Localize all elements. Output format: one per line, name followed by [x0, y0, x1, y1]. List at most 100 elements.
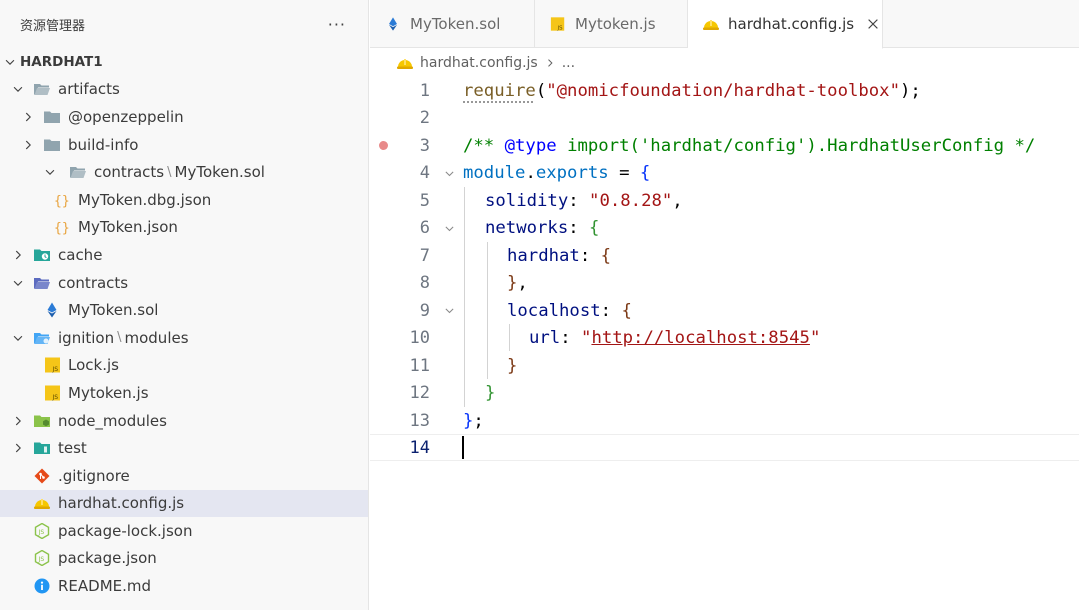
code-text: localhost: {	[507, 301, 632, 321]
tree-item-package-lock-json[interactable]: JS package-lock.json	[0, 517, 368, 545]
breadcrumb-file[interactable]: hardhat.config.js	[420, 55, 538, 71]
code-token: /**	[463, 135, 505, 156]
code-token: ;	[473, 410, 484, 431]
fold-chevron-icon[interactable]	[442, 304, 456, 318]
tree-item-mytoken-sol[interactable]: MyToken.sol	[0, 296, 368, 324]
line-number: 13	[409, 410, 430, 431]
tree-item-label: Mytoken.js	[68, 383, 149, 402]
code-token: "@nomicfoundation/hardhat-toolbox"	[546, 80, 900, 101]
tree-item-label: cache	[58, 245, 103, 264]
code-token: {	[589, 218, 600, 239]
tree-item-package-json[interactable]: JS package.json	[0, 545, 368, 573]
folder-icon	[42, 108, 62, 126]
code-token: {	[621, 300, 632, 321]
tree-item-artifacts[interactable]: artifacts	[0, 76, 368, 104]
more-actions-icon[interactable]: ···	[326, 15, 348, 34]
folder-ignition-icon	[32, 329, 52, 347]
tab-label: hardhat.config.js	[728, 15, 855, 33]
code-text: /** @type import('hardhat/config').Hardh…	[463, 136, 1035, 156]
javascript-icon: JS	[42, 356, 62, 374]
code-token: :	[568, 218, 590, 239]
hardhat-icon	[702, 15, 720, 33]
code-line: 8 },	[370, 270, 1079, 298]
tree-item-ignition-modules[interactable]: ignition \ modules	[0, 324, 368, 352]
tab-label: MyToken.sol	[410, 15, 501, 33]
tree-item-lock-js[interactable]: JS Lock.js	[0, 352, 368, 380]
path-separator: \	[167, 164, 172, 180]
code-token: }	[507, 355, 518, 376]
code-editor[interactable]: 1 require("@nomicfoundation/hardhat-tool…	[370, 77, 1079, 610]
url-link[interactable]: http://localhost:8545	[591, 328, 810, 348]
solidity-icon	[384, 15, 402, 33]
code-token: }	[485, 383, 496, 404]
tree-item-contracts[interactable]: contracts	[0, 269, 368, 297]
tree-item-contracts-mytoken[interactable]: contracts \ MyToken.sol	[0, 158, 368, 186]
code-line: 5 solidity: "0.8.28",	[370, 187, 1079, 215]
fold-chevron-icon[interactable]	[442, 221, 456, 235]
tree-item-label: MyToken.dbg.json	[78, 190, 212, 209]
code-text: }	[507, 356, 517, 376]
tree-item-mytoken-dbg-json[interactable]: {} MyToken.dbg.json	[0, 186, 368, 214]
hardhat-icon	[32, 494, 52, 512]
chevron-right-icon	[10, 413, 26, 429]
tab-hardhat-config[interactable]: hardhat.config.js	[688, 0, 883, 49]
code-token: require	[463, 80, 536, 101]
chevron-right-icon	[20, 137, 36, 153]
code-line: 2	[370, 105, 1079, 133]
explorer-title: 资源管理器	[20, 18, 86, 34]
code-token: {	[639, 163, 651, 184]
svg-text:{}: {}	[54, 194, 70, 208]
code-line: 1 require("@nomicfoundation/hardhat-tool…	[370, 77, 1079, 105]
chevron-down-icon	[10, 81, 26, 97]
folder-open-icon	[68, 163, 88, 181]
tree-item-label: MyToken.sol	[68, 301, 159, 320]
code-token: */	[1004, 135, 1036, 156]
breadcrumb-more[interactable]: ...	[562, 55, 575, 71]
tab-mytoken-js[interactable]: JS Mytoken.js	[535, 0, 688, 48]
tree-item-label-compact: MyToken.sol	[174, 163, 265, 182]
code-token: "	[581, 328, 592, 349]
tree-item-openzeppelin[interactable]: @openzeppelin	[0, 103, 368, 131]
root-label: HARDHAT1	[20, 53, 103, 70]
tree-item-mytoken-js[interactable]: JS Mytoken.js	[0, 379, 368, 407]
tree-item-readme[interactable]: README.md	[0, 572, 368, 600]
svg-text:JS: JS	[38, 529, 45, 536]
line-number: 7	[419, 245, 430, 266]
close-icon[interactable]	[866, 16, 880, 32]
svg-text:JS: JS	[52, 366, 59, 373]
tab-label: Mytoken.js	[575, 15, 656, 33]
code-text: };	[463, 411, 484, 431]
svg-text:JS: JS	[38, 556, 45, 563]
tree-item-label: package.json	[58, 549, 157, 568]
line-number: 8	[419, 273, 430, 294]
code-text: hardhat: {	[507, 246, 611, 266]
nodejs-icon: JS	[32, 522, 52, 540]
tree-item-gitignore[interactable]: .gitignore	[0, 462, 368, 490]
code-text: module.exports = {	[463, 163, 650, 183]
svg-text:{}: {}	[54, 221, 70, 235]
tree-item-label: ignition	[58, 328, 115, 347]
javascript-icon: JS	[549, 15, 567, 33]
line-number: 2	[419, 108, 430, 129]
chevron-right-icon	[10, 440, 26, 456]
line-number: 14	[409, 437, 430, 458]
code-token: hardhat	[507, 245, 580, 266]
tab-mytoken-sol[interactable]: MyToken.sol	[370, 0, 535, 48]
tree-item-label: package-lock.json	[58, 521, 193, 540]
editor-tabs: MyToken.sol JS Mytoken.js hardhat.config…	[370, 0, 1079, 49]
tree-item-hardhat-config[interactable]: hardhat.config.js	[0, 489, 368, 518]
tree-root-hardhat1[interactable]: HARDHAT1	[0, 48, 368, 76]
tree-item-mytoken-json[interactable]: {} MyToken.json	[0, 214, 368, 242]
folder-open-icon	[32, 80, 52, 98]
fold-chevron-icon[interactable]	[442, 166, 456, 180]
code-text: },	[507, 273, 528, 293]
tree-item-test[interactable]: test	[0, 434, 368, 462]
tree-item-cache[interactable]: cache	[0, 241, 368, 269]
folder-contracts-icon	[32, 274, 52, 292]
tree-item-label: @openzeppelin	[68, 107, 184, 126]
code-token: (	[535, 80, 547, 101]
tree-item-node-modules[interactable]: node_modules	[0, 407, 368, 435]
tree-item-build-info[interactable]: build-info	[0, 131, 368, 159]
code-token: =	[608, 163, 640, 184]
code-token: }	[463, 410, 474, 431]
